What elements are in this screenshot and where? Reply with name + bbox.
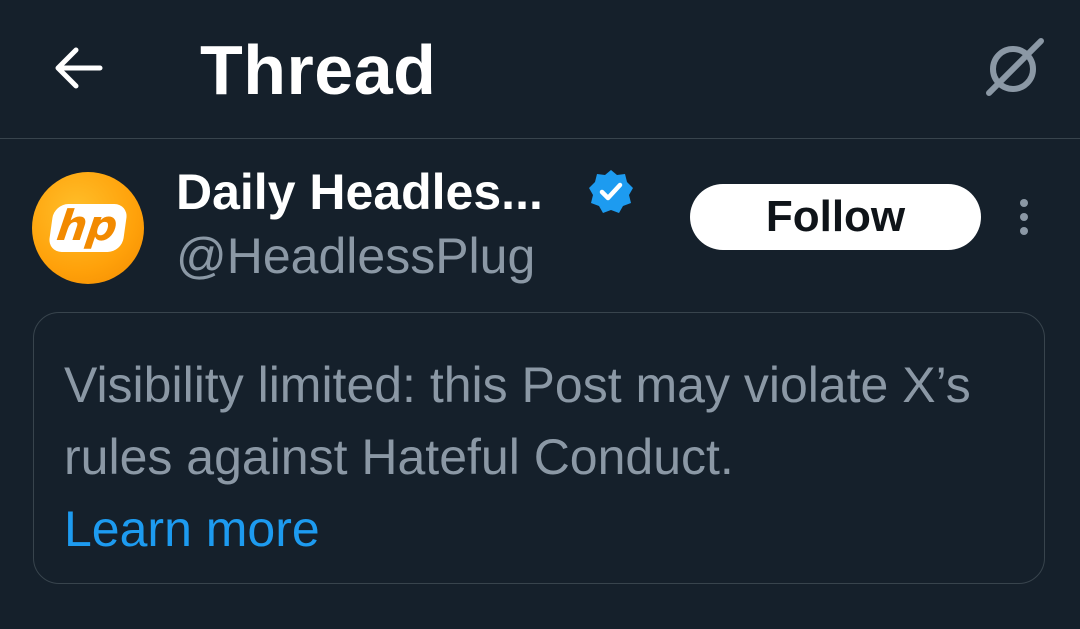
avatar-logo: hp bbox=[47, 201, 129, 252]
top-bar: Thread bbox=[0, 0, 1080, 139]
author-avatar[interactable]: hp bbox=[32, 172, 144, 284]
learn-more-link[interactable]: Learn more bbox=[64, 493, 320, 565]
verified-badge-icon bbox=[589, 170, 633, 213]
more-vertical-icon bbox=[1020, 199, 1028, 207]
back-button[interactable] bbox=[48, 38, 108, 98]
grok-icon bbox=[986, 38, 1044, 96]
visibility-notice-text: Visibility limited: this Post may violat… bbox=[64, 357, 971, 485]
author-handle[interactable]: @HeadlessPlug bbox=[176, 226, 535, 286]
arrow-left-icon bbox=[55, 47, 103, 89]
visibility-notice: Visibility limited: this Post may violat… bbox=[33, 312, 1045, 584]
more-vertical-icon bbox=[1020, 213, 1028, 221]
more-vertical-icon bbox=[1020, 227, 1028, 235]
page-title: Thread bbox=[200, 31, 437, 109]
author-display-name[interactable]: Daily Headles... bbox=[176, 162, 543, 222]
more-options-button[interactable] bbox=[1002, 192, 1046, 242]
follow-button[interactable]: Follow bbox=[690, 184, 981, 250]
grok-button[interactable] bbox=[980, 32, 1050, 102]
